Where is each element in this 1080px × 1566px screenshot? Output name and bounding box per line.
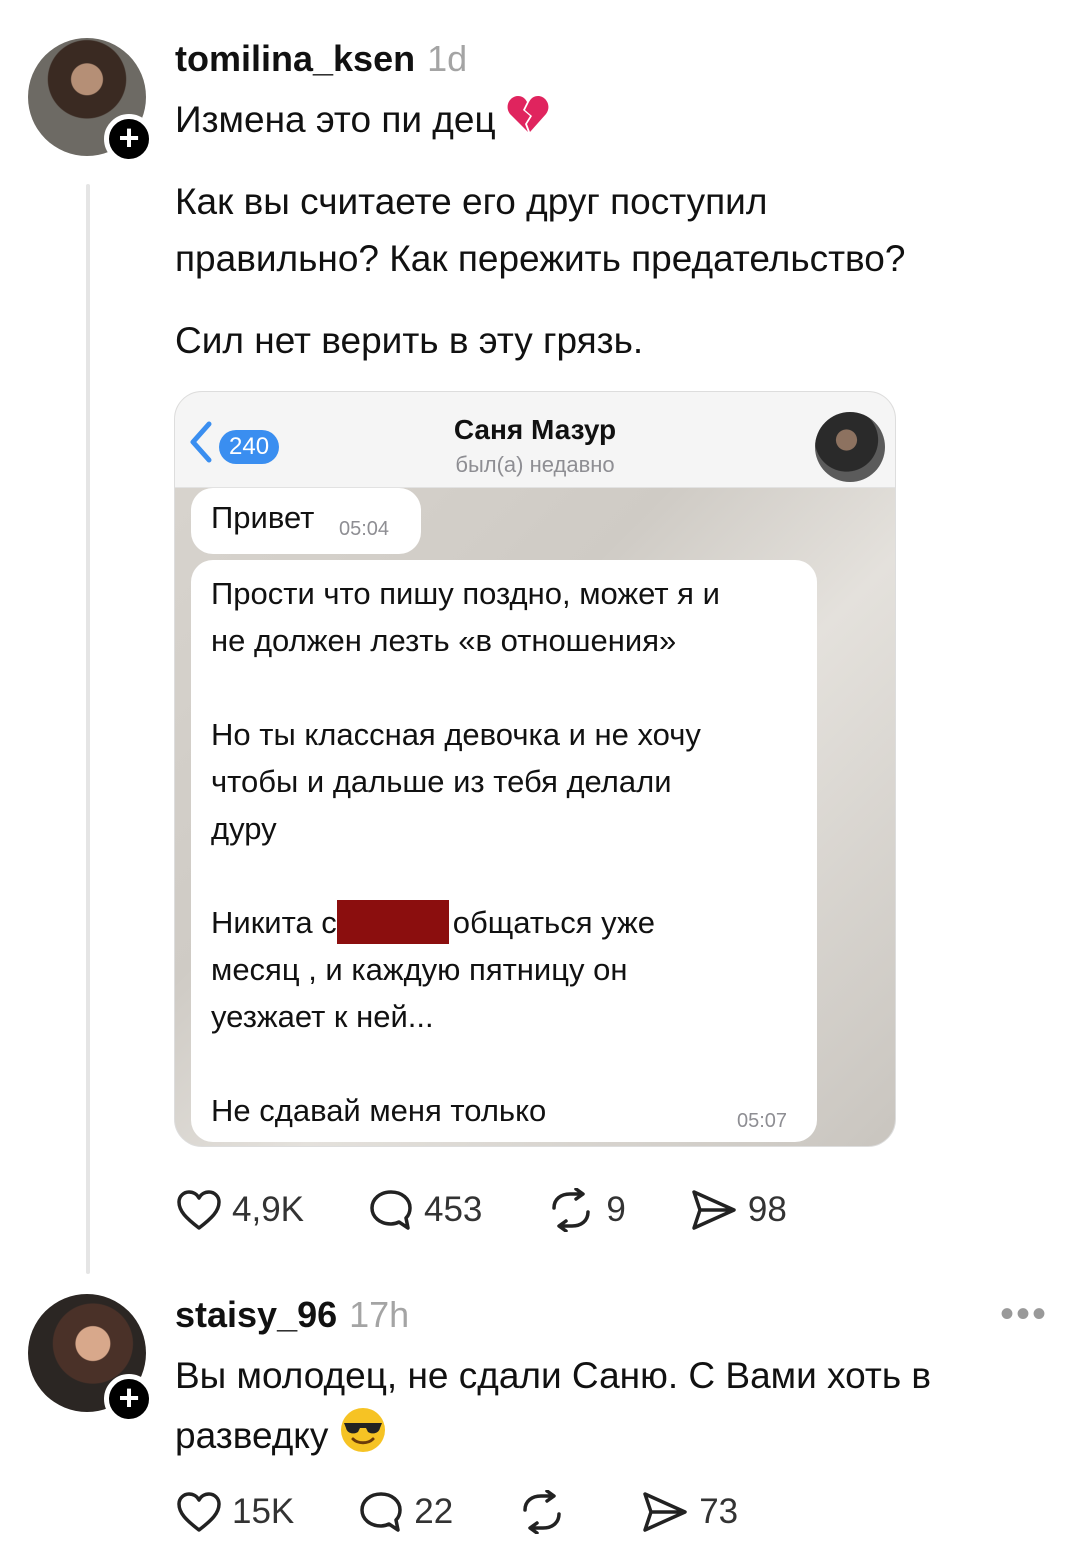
message-line: Не сдавай меня только xyxy=(211,1093,547,1128)
repost-button[interactable] xyxy=(517,1490,577,1534)
contact-avatar xyxy=(815,412,885,482)
comment-count: 22 xyxy=(414,1492,454,1531)
comment-icon xyxy=(370,1190,412,1230)
like-button[interactable]: 15K xyxy=(176,1491,294,1533)
post-username[interactable]: staisy_96 17h xyxy=(175,1294,409,1336)
heart-icon xyxy=(177,1190,221,1230)
contact-name: Саня Мазур xyxy=(453,414,617,445)
post-title-text: Измена это пи дец xyxy=(175,99,496,140)
message-line-post: общаться уже xyxy=(452,905,655,940)
message-line: месяц , и каждую пятницу он xyxy=(211,952,628,987)
message-line: Но ты классная девочка и не хочу xyxy=(211,717,701,752)
username-text[interactable]: staisy_96 xyxy=(175,1294,337,1335)
message-time: 05:07 xyxy=(737,1110,788,1132)
message-line: чтобы и дальше из тебя делали xyxy=(211,764,672,799)
message-line: не должен лезть «в отношения» xyxy=(211,623,677,658)
message-line: уезжает к ней... xyxy=(211,999,434,1034)
post-body-line-3: Сил нет верить в эту грязь. xyxy=(175,320,644,361)
like-count: 4,9K xyxy=(232,1190,304,1229)
contact-status: был(а) недавно xyxy=(455,452,615,477)
repost-button[interactable]: 9 xyxy=(546,1188,626,1232)
follow-plus-icon[interactable]: + xyxy=(104,114,154,164)
message-bubble: Привет 05:04 xyxy=(191,488,421,554)
repost-icon xyxy=(523,1490,561,1534)
comment-button[interactable]: 453 xyxy=(368,1188,482,1232)
share-count: 73 xyxy=(699,1492,739,1531)
share-button[interactable]: 98 xyxy=(690,1188,787,1232)
message-bubble: Прости что пишу поздно, может я и не дол… xyxy=(191,560,817,1142)
post-actions: 15K 22 73 xyxy=(176,1490,802,1534)
send-icon xyxy=(692,1190,736,1230)
post-body-line-2: правильно? Как пережить предательство? xyxy=(175,238,906,279)
message-text: Привет xyxy=(211,500,315,535)
post-username[interactable]: tomilina_ksen 1d xyxy=(175,38,467,80)
post-body-text: разведку xyxy=(175,1414,329,1456)
thread-line xyxy=(86,184,90,1274)
username-text[interactable]: tomilina_ksen xyxy=(175,38,415,79)
comment-button[interactable]: 22 xyxy=(358,1490,453,1534)
sunglasses-emoji-icon xyxy=(339,1406,387,1470)
post-body-line-1: Вы молодец, не сдали Саню. С Вами хоть в xyxy=(175,1355,932,1396)
message-line: дуру xyxy=(211,811,277,846)
more-icon[interactable]: ••• xyxy=(1000,1292,1048,1337)
comment-icon xyxy=(360,1492,403,1532)
post-time: 1d xyxy=(427,38,468,79)
redaction-block xyxy=(336,899,449,944)
post-body-line-2: разведку xyxy=(175,1406,387,1470)
chat-header: 240 Саня Мазур был(а) недавно xyxy=(175,392,895,488)
message-time: 05:04 xyxy=(339,518,390,540)
post-body-line-1: Как вы считаете его друг поступил xyxy=(175,181,768,222)
heart-icon xyxy=(177,1492,221,1532)
like-button[interactable]: 4,9K xyxy=(176,1189,304,1231)
follow-plus-icon[interactable]: + xyxy=(104,1374,154,1424)
post-time: 17h xyxy=(349,1294,410,1335)
share-count: 98 xyxy=(747,1190,787,1229)
send-icon xyxy=(643,1492,687,1532)
post-actions: 4,9K 453 9 98 xyxy=(176,1188,851,1232)
like-count: 15K xyxy=(232,1492,295,1531)
repost-icon xyxy=(552,1188,591,1232)
repost-count: 9 xyxy=(606,1190,626,1229)
share-button[interactable]: 73 xyxy=(641,1490,738,1534)
comment-count: 453 xyxy=(424,1190,483,1229)
post-title: Измена это пи дец xyxy=(175,92,550,150)
broken-heart-icon xyxy=(506,94,550,150)
message-line-pre: Никита с xyxy=(211,905,337,940)
message-line: Прости что пишу поздно, может я и xyxy=(211,576,720,611)
message-line-redacted: Никита с общаться уже xyxy=(211,899,811,946)
chat-screenshot[interactable]: 240 Саня Мазур был(а) недавно Привет 05:… xyxy=(174,391,896,1147)
